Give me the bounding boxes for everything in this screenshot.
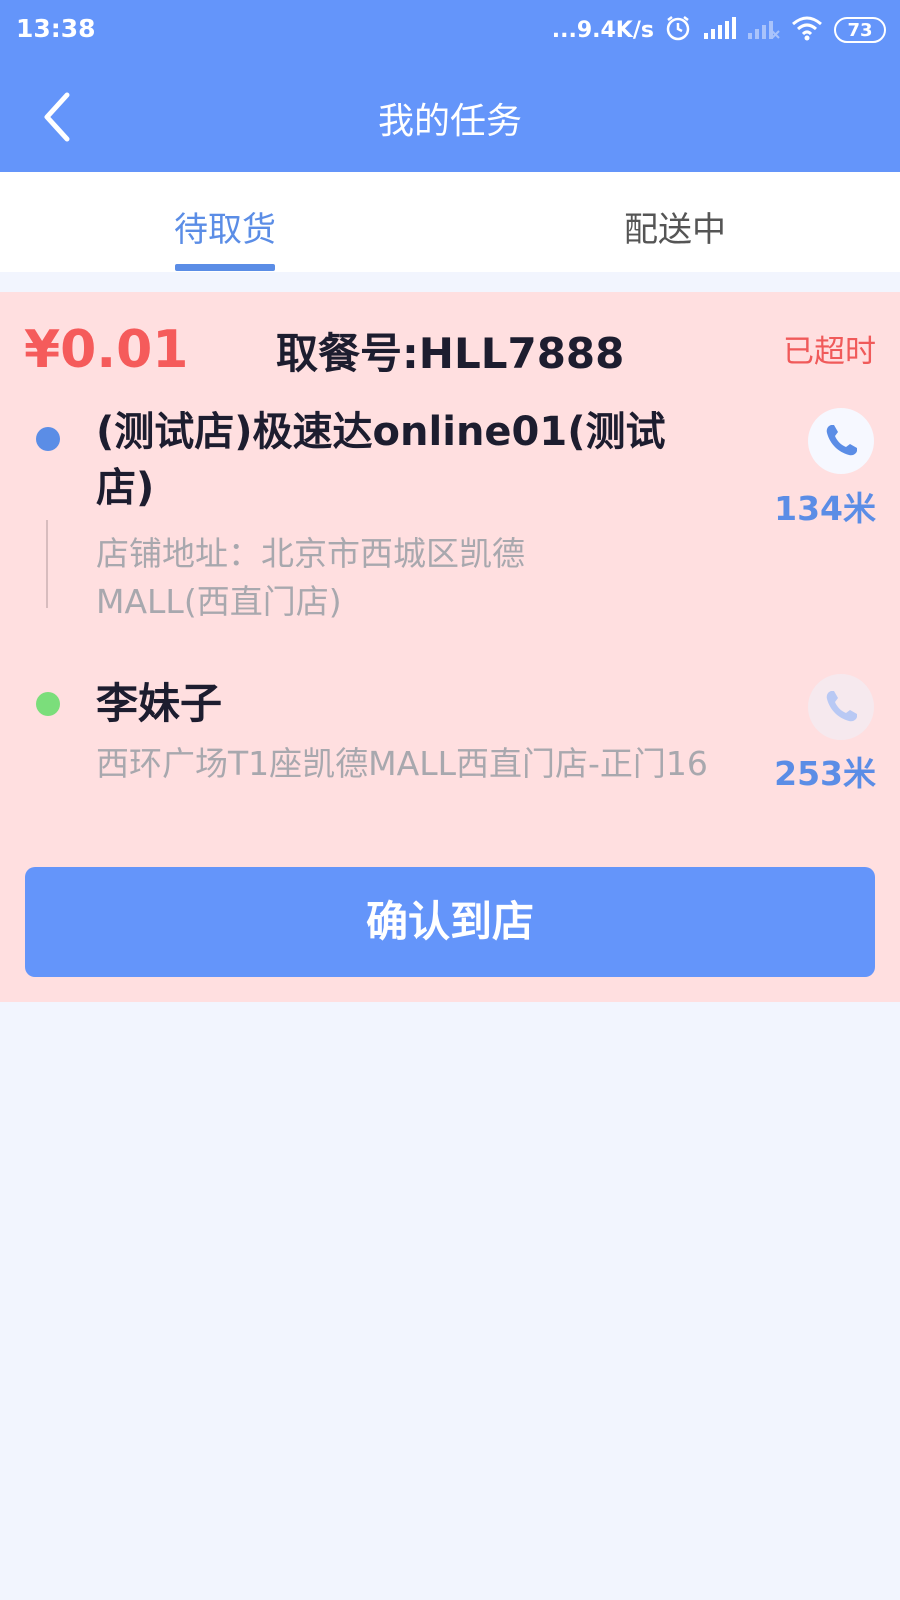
tab-bar: 待取货 配送中	[0, 172, 900, 272]
customer-dot-icon	[36, 692, 60, 716]
store-dot-icon	[36, 427, 60, 451]
store-name: (测试店)极速达online01(测试店)	[96, 409, 666, 511]
signal-off-icon	[746, 15, 780, 45]
call-store-button[interactable]	[808, 408, 874, 474]
call-customer-button[interactable]	[808, 674, 874, 740]
phone-icon	[826, 425, 857, 456]
status-icons: ...9.4K/s 73	[552, 12, 886, 48]
page-title: 我的任务	[377, 101, 522, 142]
confirm-arrival-button[interactable]: 确认到店	[25, 867, 875, 977]
customer-distance: 253米	[774, 754, 876, 793]
status-badge: 已超时	[783, 334, 876, 370]
pickup-code: 取餐号:HLL7888	[276, 329, 625, 378]
route-connector	[46, 520, 48, 608]
net-speed: ...9.4K/s	[551, 17, 654, 43]
battery-icon: 73	[834, 17, 886, 43]
status-time: 13:38	[16, 14, 96, 43]
nav-bar: 我的任务	[0, 68, 900, 168]
status-bar: 13:38 ...9.4K/s 73	[0, 0, 900, 62]
store-address: 店铺地址：北京市西城区凯德MALL(西直门店)	[96, 534, 525, 621]
customer-name: 李妹子	[96, 679, 223, 728]
active-tab-indicator	[175, 264, 275, 271]
order-card[interactable]: ¥0.01 取餐号:HLL7888 已超时 (测试店)极速达online01(测…	[0, 292, 900, 1002]
wifi-icon	[790, 15, 824, 45]
order-price: ¥0.01	[24, 320, 189, 380]
signal-icon	[702, 15, 736, 45]
customer-address: 西环广场T1座凯德MALL西直门店-正门16	[96, 744, 708, 783]
tab-delivering[interactable]: 配送中	[450, 172, 900, 272]
tab-pending-pickup[interactable]: 待取货	[0, 172, 450, 272]
alarm-icon	[664, 14, 692, 46]
store-distance: 134米	[774, 489, 876, 528]
phone-icon	[826, 691, 857, 722]
app-header: 13:38 ...9.4K/s 73 我的任务	[0, 0, 900, 172]
